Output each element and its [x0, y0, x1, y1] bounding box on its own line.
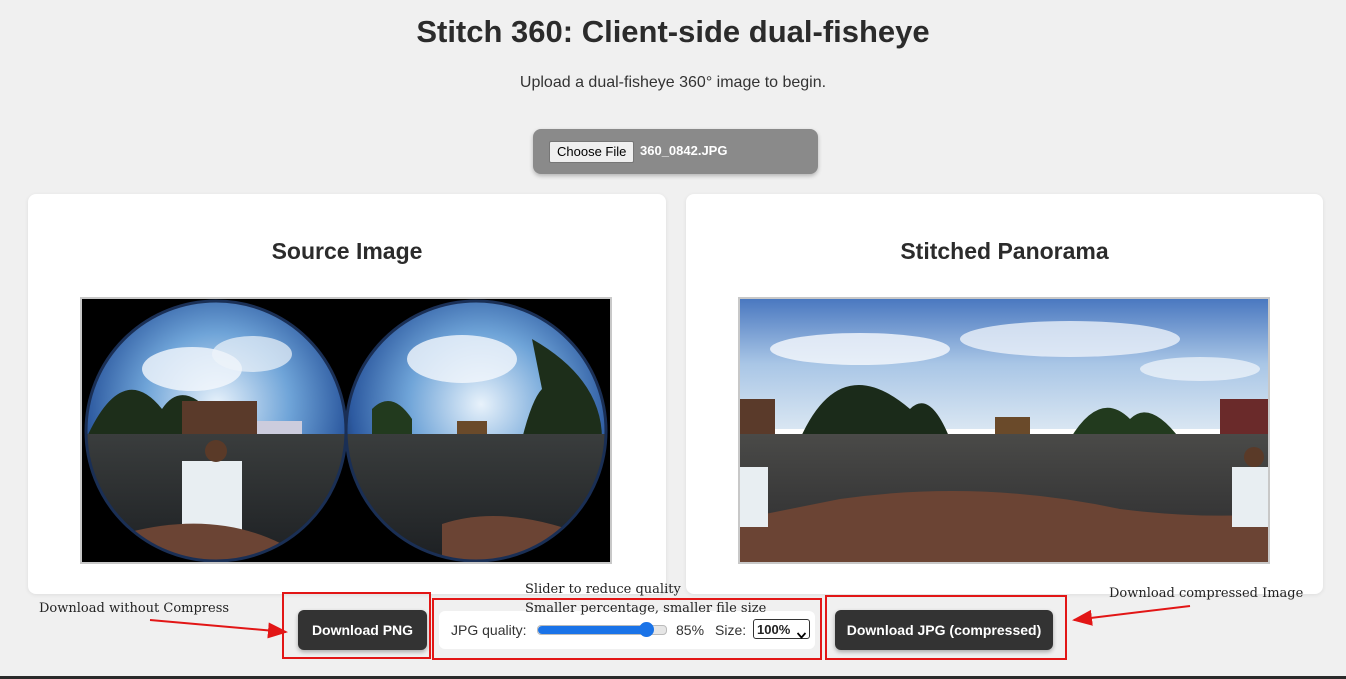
arrow-to-jpg-button [1072, 605, 1191, 626]
annotation-arrows [149, 605, 1191, 639]
arrow-to-png-button [149, 619, 288, 639]
